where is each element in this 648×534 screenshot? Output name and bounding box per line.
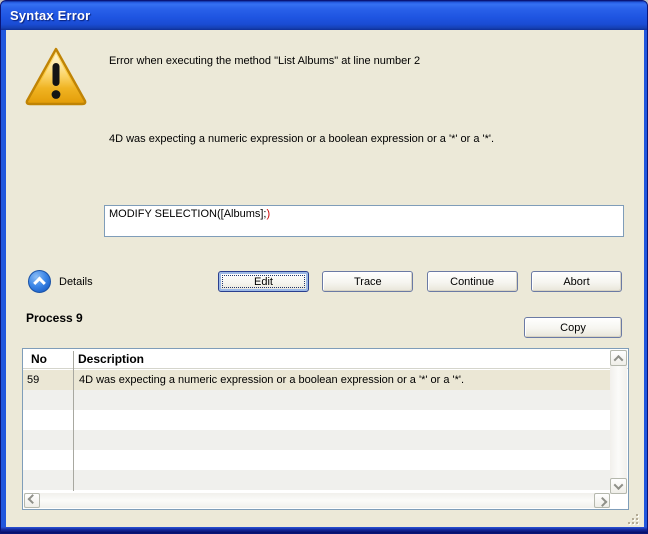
table-body: 59 4D was expecting a numeric expression… — [23, 370, 610, 492]
cell-error-description: 4D was expecting a numeric expression or… — [74, 374, 464, 386]
scroll-left-button[interactable] — [24, 493, 40, 508]
column-header-description[interactable]: Description — [78, 352, 144, 366]
error-detail-text: 4D was expecting a numeric expression or… — [109, 133, 629, 145]
details-label: Details — [59, 276, 93, 288]
scroll-left-icon — [27, 494, 37, 504]
scroll-up-button[interactable] — [610, 350, 627, 366]
error-summary-text: Error when executing the method "List Al… — [109, 55, 619, 67]
cell-error-number: 59 — [23, 374, 74, 386]
error-list-table: No Description 59 4D was expecting a num… — [22, 348, 629, 510]
table-row-empty — [23, 390, 610, 410]
horizontal-scrollbar[interactable] — [24, 493, 610, 508]
table-row-empty — [23, 450, 610, 470]
scroll-down-button[interactable] — [610, 478, 627, 494]
table-row-empty — [23, 470, 610, 490]
warning-icon — [23, 46, 89, 108]
table-row[interactable]: 59 4D was expecting a numeric expression… — [23, 370, 610, 390]
column-header-no[interactable]: No — [31, 352, 47, 366]
code-line-field[interactable]: MODIFY SELECTION([Albums];) — [104, 205, 624, 237]
abort-button[interactable]: Abort — [531, 271, 622, 292]
code-error-char: ) — [267, 208, 271, 220]
copy-button[interactable]: Copy — [524, 317, 622, 338]
title-bar[interactable]: Syntax Error — [1, 1, 647, 30]
action-button-row: Edit Trace Continue Abort — [218, 271, 622, 292]
window-title: Syntax Error — [10, 8, 90, 23]
resize-grip[interactable] — [626, 512, 640, 526]
code-text: MODIFY SELECTION([Albums]; — [109, 208, 267, 220]
vertical-scrollbar[interactable] — [610, 350, 627, 494]
dialog-body: Error when executing the method "List Al… — [6, 30, 644, 529]
scroll-right-button[interactable] — [594, 493, 610, 508]
trace-button[interactable]: Trace — [322, 271, 413, 292]
scroll-down-icon — [614, 480, 624, 490]
column-divider — [73, 351, 74, 491]
chevron-up-icon — [33, 277, 46, 290]
scroll-right-icon — [597, 497, 607, 507]
window-bottom-border — [1, 527, 647, 533]
syntax-error-dialog: Syntax Error Error when executing the me… — [0, 0, 648, 534]
edit-button[interactable]: Edit — [218, 271, 309, 292]
continue-button[interactable]: Continue — [427, 271, 518, 292]
process-title: Process 9 — [26, 311, 83, 325]
table-header-row: No Description — [23, 349, 628, 369]
details-toggle-button[interactable] — [28, 270, 51, 293]
table-row-empty — [23, 430, 610, 450]
table-row-empty — [23, 490, 610, 492]
table-row-empty — [23, 410, 610, 430]
scroll-up-icon — [614, 354, 624, 364]
